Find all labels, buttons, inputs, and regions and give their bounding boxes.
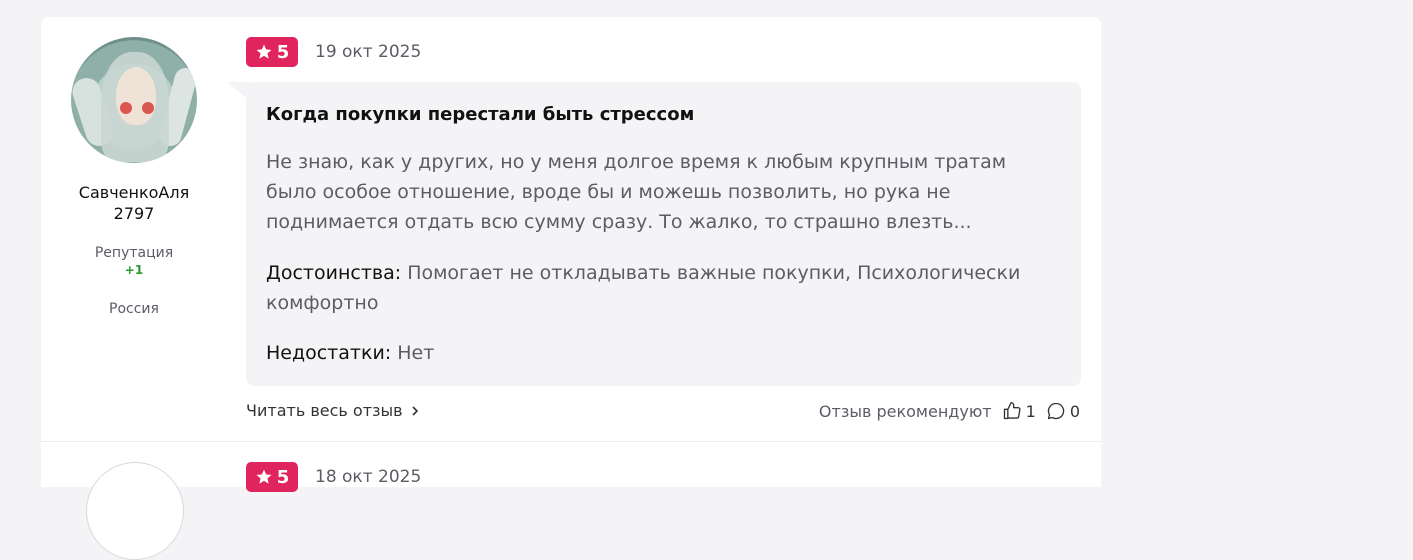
reputation-value: +1 bbox=[124, 263, 144, 277]
recommend-label: Отзыв рекомендуют bbox=[818, 401, 992, 421]
review-actions: Отзыв рекомендуют 1 0 bbox=[819, 401, 1080, 421]
review-pros: Достоинства: Помогает не откладывать важ… bbox=[266, 258, 1056, 318]
review-text: Не знаю, как у других, но у меня долгое … bbox=[266, 151, 1007, 233]
comments-count: 0 bbox=[1069, 401, 1080, 421]
read-more-label: Читать весь отзыв bbox=[246, 401, 403, 420]
next-rating-badge: 5 bbox=[246, 462, 298, 492]
avatar[interactable] bbox=[71, 37, 197, 163]
next-review-date: 18 окт 2025 bbox=[315, 467, 422, 487]
cons-text: Нет bbox=[397, 342, 435, 364]
next-review-avatar[interactable] bbox=[86, 462, 184, 560]
read-full-review-link[interactable]: Читать весь отзыв bbox=[246, 401, 419, 420]
author-name[interactable]: СавченкоАля 2797 bbox=[63, 182, 205, 224]
review-divider bbox=[41, 441, 1101, 442]
review-title[interactable]: Когда покупки перестали быть стрессом bbox=[266, 104, 694, 125]
pros-label: Достоинства: bbox=[266, 262, 402, 284]
like-button[interactable]: 1 bbox=[1002, 401, 1036, 421]
chevron-right-icon bbox=[412, 405, 418, 416]
review-date: 19 окт 2025 bbox=[315, 42, 422, 62]
star-icon bbox=[256, 469, 272, 484]
author-country: Россия bbox=[109, 301, 159, 317]
next-rating-value: 5 bbox=[276, 466, 290, 488]
comment-icon bbox=[1047, 402, 1065, 420]
comments-button[interactable]: 0 bbox=[1046, 401, 1080, 421]
rating-badge: 5 bbox=[246, 37, 298, 67]
review-cons: Недостатки: Нет bbox=[266, 338, 1056, 368]
likes-count: 1 bbox=[1025, 401, 1036, 421]
cons-label: Недостатки: bbox=[266, 342, 392, 364]
review-content[interactable]: Когда покупки перестали быть стрессом Не… bbox=[246, 82, 1081, 386]
review-card: СавченкоАля 2797 Репутация +1 Россия 5 1… bbox=[41, 17, 1101, 560]
star-icon bbox=[256, 44, 272, 59]
reputation-label: Репутация bbox=[94, 245, 174, 261]
rating-value: 5 bbox=[276, 41, 290, 63]
thumbs-up-icon bbox=[1003, 402, 1021, 420]
